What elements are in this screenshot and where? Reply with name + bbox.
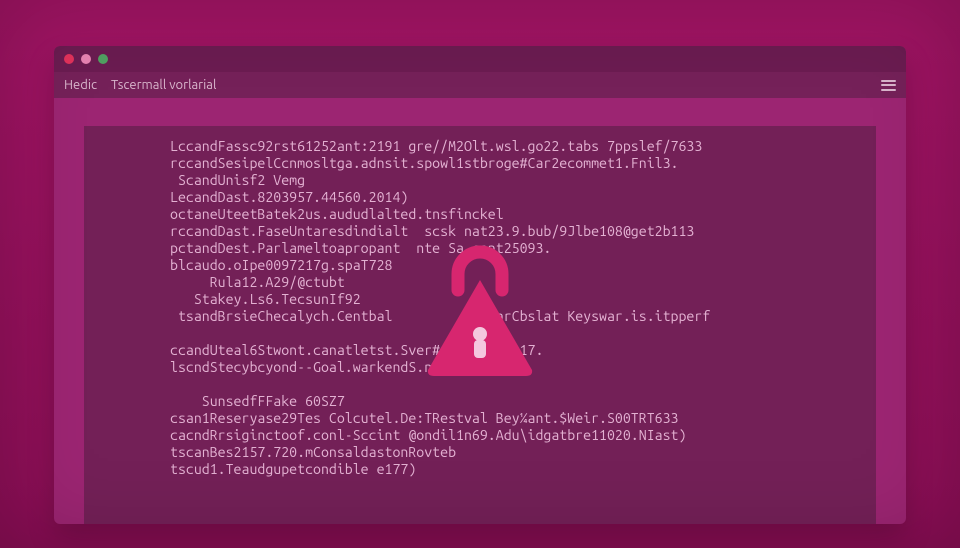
- close-icon[interactable]: [64, 54, 74, 64]
- minimize-icon[interactable]: [81, 54, 91, 64]
- window-titlebar: [54, 46, 906, 72]
- menu-item-0[interactable]: Hedic: [64, 78, 97, 92]
- hamburger-icon[interactable]: [881, 80, 896, 91]
- terminal-output: LccandFassc92rst61252ant:2191 gre//M2Olt…: [170, 138, 836, 478]
- maximize-icon[interactable]: [98, 54, 108, 64]
- terminal-panel: LccandFassc92rst61252ant:2191 gre//M2Olt…: [84, 126, 876, 524]
- app-window: Hedic Tscermall vorlarial LccandFassc92r…: [54, 46, 906, 524]
- menu-bar: Hedic Tscermall vorlarial: [54, 72, 906, 98]
- menu-item-1[interactable]: Tscermall vorlarial: [111, 78, 216, 92]
